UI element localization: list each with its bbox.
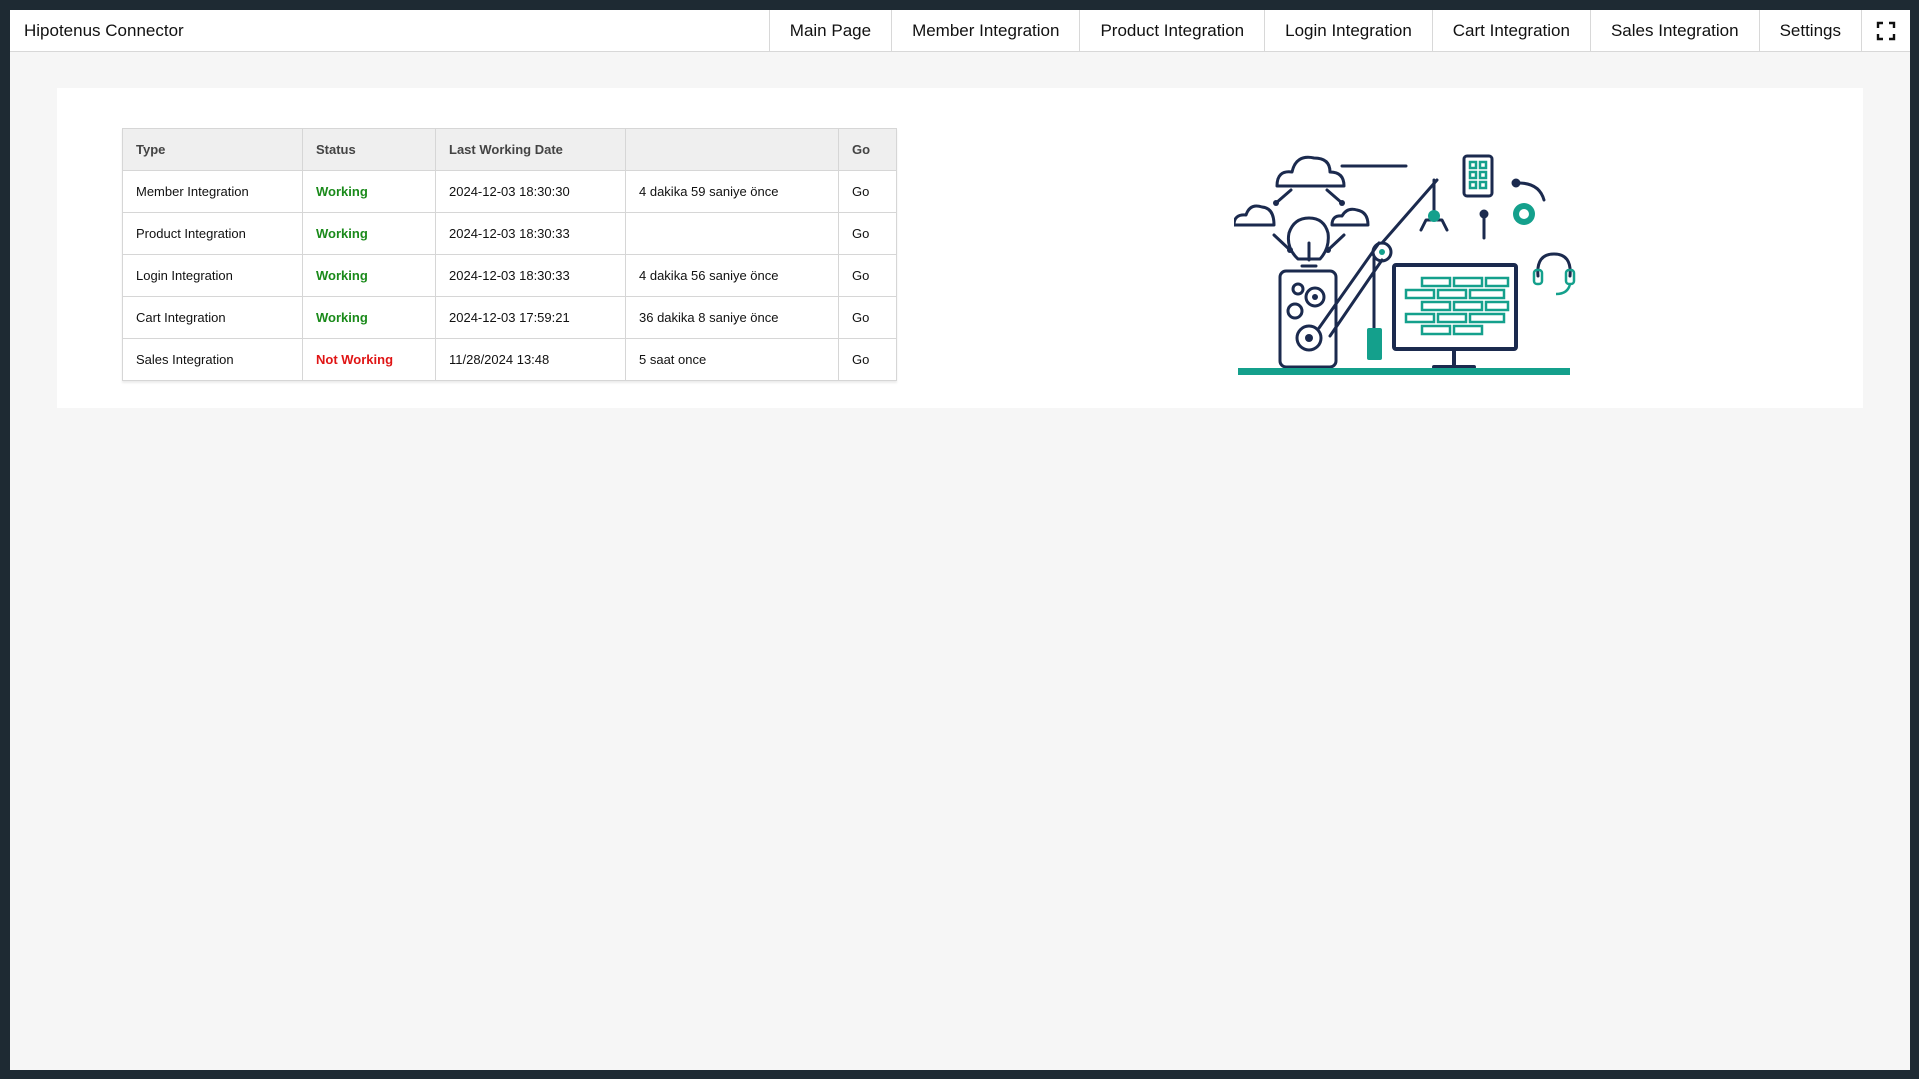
row-date: 2024-12-03 18:30:30	[435, 170, 626, 213]
table-header-row: Type Status Last Working Date Go	[122, 128, 897, 171]
header-type[interactable]: Type	[122, 128, 303, 171]
row-go-link[interactable]: Go	[838, 254, 897, 297]
row-status: Working	[302, 254, 436, 297]
row-go-link[interactable]: Go	[838, 170, 897, 213]
integration-illustration	[1234, 154, 1576, 375]
top-navbar: Hipotenus Connector Main Page Member Int…	[10, 10, 1910, 52]
integration-status-table: Type Status Last Working Date Go Member …	[122, 128, 897, 381]
row-status: Working	[302, 296, 436, 339]
nav-settings[interactable]: Settings	[1758, 10, 1861, 51]
fullscreen-icon	[1876, 21, 1896, 40]
row-type: Member Integration	[122, 170, 303, 213]
row-elapsed: 4 dakika 56 saniye önce	[625, 254, 839, 297]
row-type: Login Integration	[122, 254, 303, 297]
table-row: Cart Integration Working 2024-12-03 17:5…	[122, 296, 897, 339]
table-row: Member Integration Working 2024-12-03 18…	[122, 170, 897, 213]
table-row: Product Integration Working 2024-12-03 1…	[122, 212, 897, 255]
main-nav: Main Page Member Integration Product Int…	[768, 10, 1910, 51]
nav-member-integration[interactable]: Member Integration	[891, 10, 1079, 51]
app-title: Hipotenus Connector	[24, 20, 184, 40]
row-go-link[interactable]: Go	[838, 212, 897, 255]
table-row: Login Integration Working 2024-12-03 18:…	[122, 254, 897, 297]
app-window: Hipotenus Connector Main Page Member Int…	[10, 10, 1910, 1070]
row-type: Sales Integration	[122, 338, 303, 381]
nav-login-integration[interactable]: Login Integration	[1264, 10, 1432, 51]
table-row: Sales Integration Not Working 11/28/2024…	[122, 338, 897, 381]
nav-sales-integration[interactable]: Sales Integration	[1589, 10, 1759, 51]
row-date: 2024-12-03 18:30:33	[435, 254, 626, 297]
row-status: Not Working	[302, 338, 436, 381]
header-elapsed	[625, 128, 839, 171]
row-date: 2024-12-03 17:59:21	[435, 296, 626, 339]
fullscreen-button[interactable]	[1861, 10, 1910, 51]
row-elapsed: 36 dakika 8 saniye önce	[625, 296, 839, 339]
row-date: 2024-12-03 18:30:33	[435, 212, 626, 255]
nav-cart-integration[interactable]: Cart Integration	[1431, 10, 1590, 51]
header-go[interactable]: Go	[838, 128, 897, 171]
dashboard-panel: Type Status Last Working Date Go Member …	[57, 88, 1863, 408]
row-status: Working	[302, 170, 436, 213]
row-type: Product Integration	[122, 212, 303, 255]
row-status: Working	[302, 212, 436, 255]
row-elapsed: 4 dakika 59 saniye önce	[625, 170, 839, 213]
row-go-link[interactable]: Go	[838, 338, 897, 381]
row-date: 11/28/2024 13:48	[435, 338, 626, 381]
nav-main-page[interactable]: Main Page	[768, 10, 891, 51]
nav-product-integration[interactable]: Product Integration	[1079, 10, 1264, 51]
row-go-link[interactable]: Go	[838, 296, 897, 339]
row-elapsed: 5 saat once	[625, 338, 839, 381]
header-status[interactable]: Status	[302, 128, 436, 171]
row-elapsed	[625, 212, 839, 255]
row-type: Cart Integration	[122, 296, 303, 339]
header-last-working-date[interactable]: Last Working Date	[435, 128, 626, 171]
